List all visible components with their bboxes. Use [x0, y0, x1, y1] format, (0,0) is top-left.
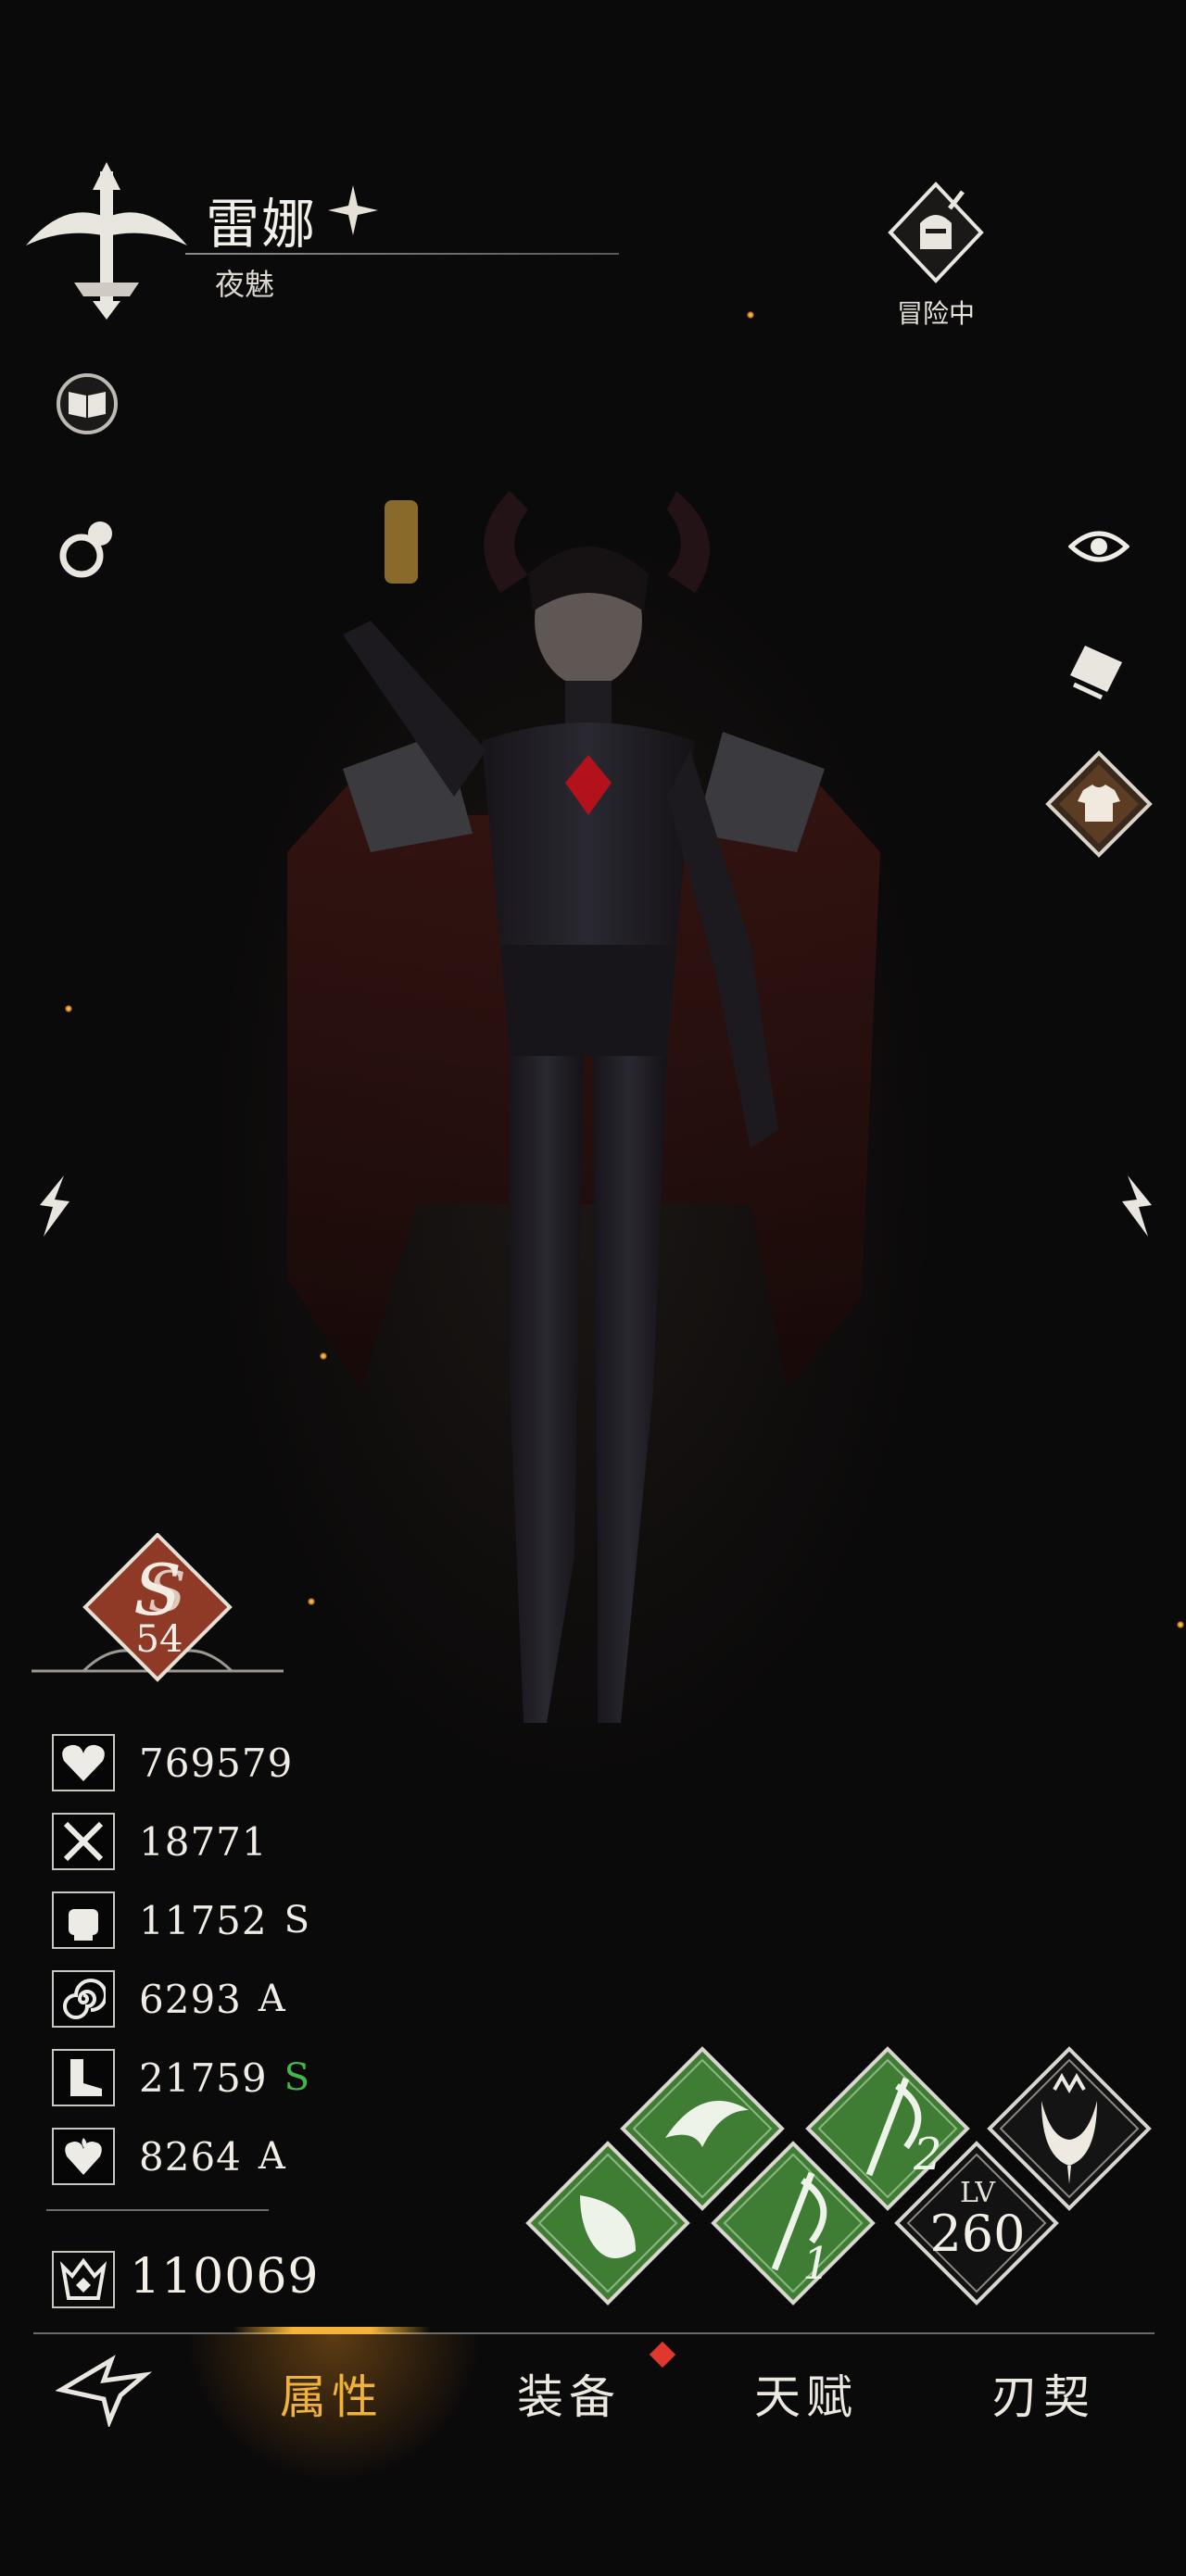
flaming-heart-icon	[52, 2128, 115, 2185]
stat-value: 18771	[139, 1818, 268, 1865]
back-button[interactable]	[56, 2353, 158, 2427]
stat-row-spirit: 6293 A	[52, 1968, 285, 2029]
codex-book-button[interactable]	[52, 369, 122, 439]
combat-power-value: 110069	[130, 2249, 320, 2305]
helmet-icon	[888, 182, 984, 283]
stat-grade: A	[258, 1978, 285, 2020]
ember-particle	[747, 311, 754, 319]
svg-text:S: S	[147, 1560, 185, 1625]
tab-blade-pact[interactable]: 刃契	[960, 2360, 1127, 2427]
class-crossbow-emblem	[26, 162, 187, 320]
adventure-status-text: 冒险中	[896, 298, 975, 329]
tab-equipment[interactable]: 装备	[486, 2360, 652, 2427]
active-tab-indicator	[233, 2327, 430, 2334]
archive-card-button[interactable]	[1062, 635, 1132, 706]
stat-row-agility: 21759 S	[52, 2047, 309, 2108]
stat-row-vitality: 8264 A	[52, 2126, 285, 2187]
combat-power-icon	[52, 2251, 115, 2308]
boot-icon	[52, 2049, 115, 2106]
eye-icon	[1068, 531, 1129, 562]
book-icon	[57, 373, 118, 434]
stat-value: 6293	[139, 1976, 242, 2022]
level-value: 260	[929, 2205, 1026, 2263]
game-scene-background: 雷娜 夜魅 冒险中 S S 54 769579 18771 11752 S 62…	[0, 0, 1186, 2576]
view-model-button[interactable]	[1064, 511, 1134, 582]
star-rank-icon	[328, 185, 378, 235]
outfit-shirt-icon	[1045, 750, 1153, 858]
stat-grade: S	[284, 1899, 310, 1941]
skill-slot-1[interactable]: 1	[710, 2140, 877, 2306]
skill-slot-leaf[interactable]	[524, 2140, 691, 2306]
stat-value: 21759	[139, 2055, 268, 2101]
stat-value: 769579	[139, 1740, 294, 1786]
notification-dot	[649, 2341, 676, 2369]
character-title: 夜魅	[215, 267, 275, 302]
ember-particle	[1177, 1621, 1184, 1628]
skill-slot-1-number: 1	[802, 2238, 831, 2290]
stat-row-hp: 769579	[52, 1732, 309, 1793]
crossed-swords-icon	[52, 1813, 115, 1870]
stat-grade: S	[284, 2056, 310, 2099]
gift-interact-button[interactable]	[50, 515, 120, 585]
fist-icon	[52, 1891, 115, 1949]
stat-divider	[46, 2209, 269, 2211]
tab-attributes[interactable]: 属性	[248, 2360, 415, 2427]
previous-character-button[interactable]	[19, 1171, 89, 1241]
name-underline	[185, 253, 619, 255]
character-name: 雷娜	[206, 193, 318, 256]
stat-grade: A	[258, 2135, 285, 2178]
spiral-icon	[52, 1970, 115, 2028]
heart-icon	[52, 1734, 115, 1791]
outfit-button[interactable]	[1043, 748, 1154, 860]
character-model[interactable]	[232, 463, 936, 1992]
stat-value: 11752	[139, 1897, 268, 1943]
grade-level: 54	[135, 1618, 183, 1661]
adventure-status-badge[interactable]: 冒险中	[878, 181, 993, 329]
stat-row-attack: 18771	[52, 1811, 284, 1872]
tab-talent[interactable]: 天赋	[723, 2360, 890, 2427]
stat-value: 8264	[139, 2133, 242, 2180]
grade-emblem: S S	[32, 1533, 284, 1682]
next-character-button[interactable]	[1103, 1171, 1173, 1241]
card-icon	[1070, 646, 1122, 700]
bond-icon	[59, 521, 112, 578]
stat-row-strength: 11752 S	[52, 1890, 309, 1951]
chevron-left-icon	[40, 1175, 69, 1237]
nav-divider	[33, 2332, 1154, 2334]
ember-particle	[65, 1005, 72, 1012]
chevron-right-icon	[1122, 1175, 1152, 1237]
